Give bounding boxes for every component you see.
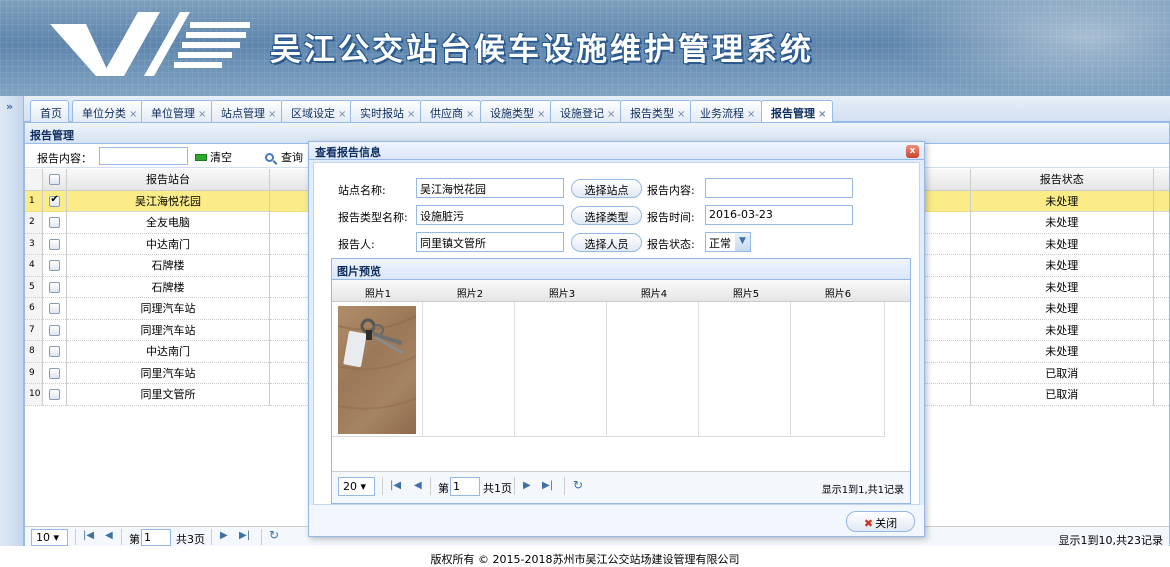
expand-nav-icon[interactable]: » — [6, 100, 13, 113]
query-button[interactable]: 查询 — [265, 149, 303, 165]
dialog-close-icon[interactable]: x — [906, 145, 919, 158]
search-label: 报告内容： — [37, 152, 92, 165]
page-number-input[interactable]: 1 — [141, 529, 171, 546]
column-header-photo2: 照片2 — [456, 289, 484, 300]
tab-realtime-stops[interactable]: 实时报站 × — [350, 100, 423, 122]
close-icon[interactable]: × — [747, 109, 755, 120]
close-icon[interactable]: × — [537, 109, 545, 120]
tab-workflow[interactable]: 业务流程 × — [690, 100, 763, 122]
copyright-footer: 版权所有 © 2015-2018苏州市吴江公交站场建设管理有限公司 — [430, 553, 740, 566]
report-content-field[interactable] — [705, 178, 853, 198]
tab-unit-category[interactable]: 单位分类 × — [72, 100, 145, 122]
report-type-field[interactable]: 设施脏污 — [416, 205, 564, 225]
column-header-photo4: 照片4 — [640, 289, 668, 300]
row-checkbox[interactable] — [49, 324, 61, 336]
photo-pager-info: 显示1到1,共1记录 — [821, 485, 904, 496]
tab-station-management[interactable]: 站点管理 × — [211, 100, 284, 122]
report-photo-thumbnail[interactable] — [338, 306, 416, 434]
photo-page-number-input[interactable]: 1 — [450, 477, 480, 496]
tab-facility-registration[interactable]: 设施登记 × — [550, 100, 623, 122]
close-icon[interactable]: × — [407, 109, 415, 120]
report-status-select[interactable]: 正常 ▼ — [705, 232, 751, 252]
site-name-field[interactable]: 吴江海悦花园 — [416, 178, 564, 198]
column-header-photo5: 照片5 — [732, 289, 760, 300]
app-title: 吴江公交站台候车设施维护管理系统 — [270, 32, 814, 68]
row-checkbox[interactable] — [49, 281, 61, 293]
reporter-field[interactable]: 同里镇文管所 — [416, 232, 564, 252]
close-icon: ✖ — [863, 517, 874, 530]
tab-report-types[interactable]: 报告类型 × — [620, 100, 693, 122]
report-time-field[interactable]: 2016-03-23 — [705, 205, 853, 225]
search-icon — [265, 152, 274, 162]
column-header-photo6: 照片6 — [824, 289, 852, 300]
row-checkbox[interactable] — [49, 194, 61, 207]
tab-home[interactable]: 首页 — [30, 100, 69, 122]
tab-facility-types[interactable]: 设施类型 × — [480, 100, 553, 122]
chevron-down-icon: ▼ — [735, 233, 750, 251]
prev-page-icon[interactable]: ◀ — [105, 530, 113, 541]
row-checkbox[interactable] — [49, 238, 61, 250]
dialog-title: 查看报告信息 — [309, 142, 924, 160]
column-header-status[interactable]: 报告状态 — [970, 169, 1154, 191]
select-person-button[interactable]: 选择人员 — [571, 233, 642, 252]
picture-preview-title: 图片预览 — [332, 259, 910, 280]
company-logo — [50, 12, 250, 76]
app-header: 吴江公交站台候车设施维护管理系统 — [0, 0, 1170, 96]
view-report-dialog: 查看报告信息 x 站点名称: 吴江海悦花园 选择站点 报告内容: 报告类型名称:… — [308, 141, 925, 537]
clear-icon — [195, 153, 207, 161]
tab-unit-management[interactable]: 单位管理 × — [141, 100, 214, 122]
column-header-photo1: 照片1 — [364, 289, 392, 300]
refresh-icon[interactable]: ↻ — [573, 478, 583, 492]
row-checkbox[interactable] — [49, 260, 61, 272]
row-checkbox[interactable] — [49, 346, 61, 358]
row-checkbox[interactable] — [49, 303, 61, 315]
prev-page-icon[interactable]: ◀ — [414, 480, 422, 491]
tab-suppliers[interactable]: 供应商 × — [420, 100, 482, 122]
photo-pager: 20 ▾ |◀ ◀ 第 1 共1页 ▶ ▶| ↻ 显示1到1,共1记录 — [332, 471, 910, 503]
close-icon[interactable]: × — [818, 109, 826, 120]
close-icon[interactable]: × — [268, 109, 276, 120]
nav-collapse-strip[interactable]: » — [0, 96, 24, 546]
row-checkbox[interactable] — [49, 217, 61, 229]
column-header-site[interactable]: 报告站台 — [66, 169, 270, 191]
picture-preview-panel: 图片预览 照片1 照片2 照片3 照片4 照片5 照片6 20 ▾ |◀ ◀ 第… — [331, 258, 911, 504]
next-page-icon[interactable]: ▶ — [523, 480, 531, 491]
tab-report-management[interactable]: 报告管理 × — [761, 100, 834, 123]
close-icon[interactable]: × — [677, 109, 685, 120]
first-page-icon[interactable]: |◀ — [390, 480, 401, 491]
close-icon[interactable]: × — [129, 109, 137, 120]
total-pages: 共3页 — [176, 533, 205, 546]
photo-total-pages: 共1页 — [483, 482, 512, 495]
last-page-icon[interactable]: ▶| — [542, 480, 553, 491]
tab-area-settings[interactable]: 区域设定 × — [281, 100, 354, 122]
row-checkbox[interactable] — [49, 389, 61, 401]
last-page-icon[interactable]: ▶| — [239, 530, 250, 541]
photo-columns-header: 照片1 照片2 照片3 照片4 照片5 照片6 — [332, 280, 910, 302]
close-icon[interactable]: × — [466, 109, 474, 120]
row-checkbox[interactable] — [49, 367, 61, 379]
column-header-photo3: 照片3 — [548, 289, 576, 300]
close-icon[interactable]: × — [607, 109, 615, 120]
page-size-select[interactable]: 10 ▾ — [31, 529, 68, 546]
pager-info: 显示1到10,共23记录 — [1058, 534, 1164, 547]
dialog-body: 站点名称: 吴江海悦花园 选择站点 报告内容: 报告类型名称: 设施脏污 选择类… — [313, 162, 920, 505]
dialog-footer: ✖ 关闭 — [309, 505, 924, 536]
next-page-icon[interactable]: ▶ — [220, 530, 228, 541]
photo-page-size-select[interactable]: 20 ▾ — [338, 477, 375, 496]
close-icon[interactable]: × — [198, 109, 206, 120]
refresh-icon[interactable]: ↻ — [269, 528, 279, 542]
select-site-button[interactable]: 选择站点 — [571, 179, 642, 198]
report-content-search-input[interactable] — [99, 147, 188, 165]
select-type-button[interactable]: 选择类型 — [571, 206, 642, 225]
clear-button[interactable]: 清空 — [195, 149, 232, 165]
select-all-checkbox[interactable] — [49, 174, 61, 186]
tab-bar: 首页 单位分类 × 单位管理 × 站点管理 × 区域设定 × 实时报站 × 供应商 × 设施… — [24, 96, 1170, 123]
close-icon[interactable]: × — [338, 109, 346, 120]
first-page-icon[interactable]: |◀ — [83, 530, 94, 541]
close-button[interactable]: ✖ 关闭 — [846, 511, 915, 532]
